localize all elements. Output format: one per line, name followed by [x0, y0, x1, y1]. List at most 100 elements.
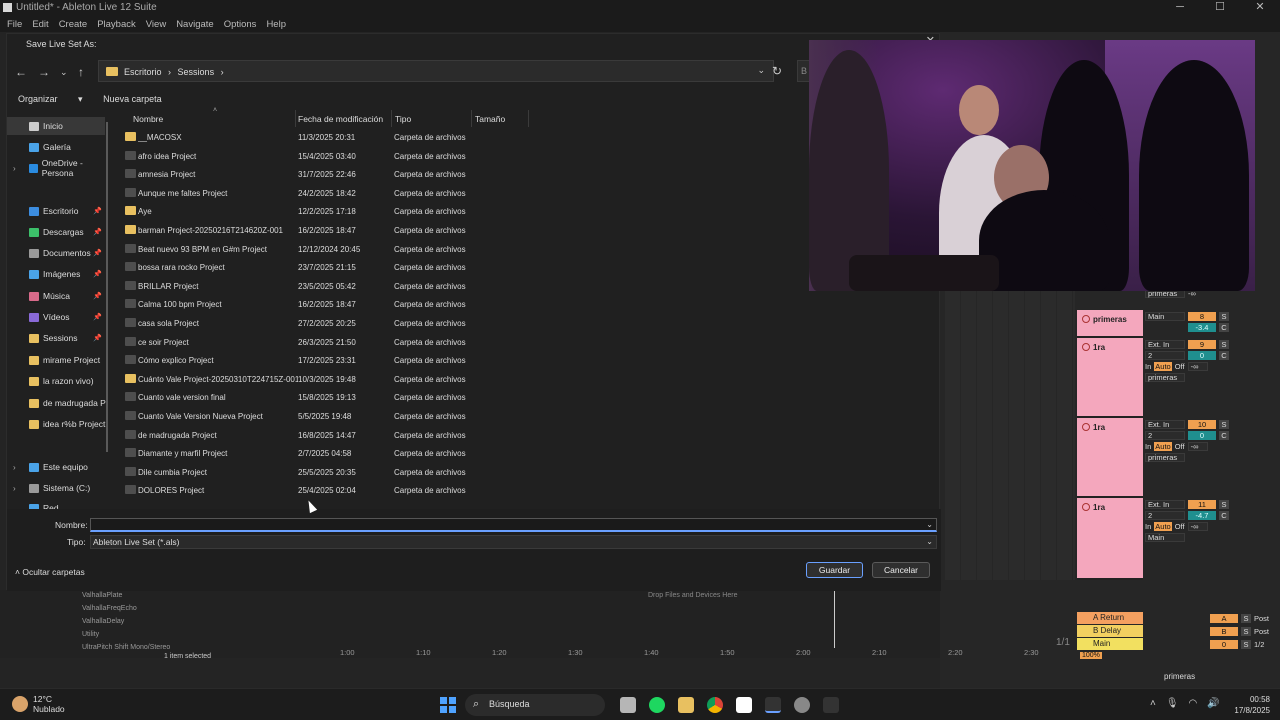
close-icon[interactable]: ✕ [1240, 0, 1280, 16]
wifi-icon[interactable]: ◠ [1189, 698, 1198, 709]
windows-start-icon[interactable] [440, 697, 456, 713]
nav-item-13[interactable]: de madrugada P [29, 394, 106, 412]
monitor-auto[interactable]: Auto [1154, 442, 1172, 451]
arrangement-grid[interactable] [945, 290, 1075, 580]
pan-value[interactable]: -3.4 [1188, 323, 1216, 332]
browser-item[interactable]: Utility [82, 631, 99, 638]
send-mode[interactable]: Post [1254, 627, 1269, 636]
nav-item-2[interactable]: Galería [29, 138, 71, 156]
record-arm-icon[interactable] [1082, 343, 1090, 351]
monitor-auto[interactable]: Auto [1154, 522, 1172, 531]
chevron-right-icon[interactable]: › [13, 463, 16, 472]
breadcrumb-sessions[interactable]: Sessions [178, 67, 215, 77]
column-type[interactable]: Tipo [395, 114, 411, 124]
column-date[interactable]: Fecha de modificación [298, 114, 383, 124]
return-track[interactable]: A Return [1077, 612, 1143, 624]
monitor-off[interactable]: Off [1175, 522, 1185, 531]
solo-button[interactable]: S [1219, 312, 1229, 321]
nav-item-1[interactable]: Inicio [7, 117, 105, 135]
file-row[interactable]: bossa rara rocko Project 23/7/2025 21:15 C… [119, 258, 529, 276]
route-select[interactable]: Ext. In [1145, 420, 1185, 429]
track-header[interactable]: primeras [1077, 310, 1143, 338]
nav-item-3[interactable]: › OneDrive - Persona [13, 158, 107, 178]
recent-chevron-icon[interactable]: ⌄ [60, 67, 68, 78]
microphone-icon[interactable]: 🎙 [1166, 698, 1179, 709]
browser-item[interactable]: ValhallaFreqEcho [82, 605, 137, 612]
zoom-value[interactable]: 100% [1080, 652, 1102, 659]
pan-value[interactable]: 0 [1188, 351, 1216, 360]
task-view-icon[interactable] [620, 697, 636, 713]
browser-item[interactable]: ValhallaPlate [82, 592, 122, 599]
route-select[interactable]: Main [1145, 312, 1185, 321]
nav-item-12[interactable]: la razon vivo) [29, 372, 94, 390]
file-row[interactable]: afro idea Project 15/4/2025 03:40 Carpeta … [119, 147, 529, 165]
maximize-icon[interactable]: ☐ [1200, 0, 1240, 16]
file-row[interactable]: Diamante y marfil Project 2/7/2025 04:58 C… [119, 444, 529, 462]
solo-button[interactable]: S [1219, 340, 1229, 349]
return-track[interactable]: Main [1077, 638, 1143, 650]
file-row[interactable]: barman Project-20250216T214620Z-001 16/2/… [119, 221, 529, 239]
file-row[interactable]: BRILLAR Project 23/5/2025 05:42 Carpeta de… [119, 277, 529, 295]
clock[interactable]: 00:58 17/8/2025 [1234, 694, 1270, 716]
file-row[interactable]: ce soir Project 26/3/2025 21:50 Carpeta de… [119, 333, 529, 351]
center-button[interactable]: C [1219, 323, 1229, 332]
browser-item[interactable]: UltraPitch Shift Mono/Stereo [82, 644, 170, 651]
nav-item-11[interactable]: mirame Project [29, 351, 100, 369]
volume-value[interactable]: 10 [1188, 420, 1216, 429]
up-arrow-icon[interactable]: ↑ [78, 65, 84, 79]
center-button[interactable]: C [1219, 351, 1229, 360]
channel-select[interactable]: 2 [1145, 511, 1185, 520]
solo-button[interactable]: S [1241, 614, 1251, 623]
chevron-right-icon[interactable]: › [13, 484, 16, 493]
volume-value[interactable]: 9 [1188, 340, 1216, 349]
nav-item-10[interactable]: Sessions 📌 [29, 329, 102, 347]
file-row[interactable]: Aye 12/2/2025 17:18 Carpeta de archivos [119, 202, 529, 220]
nav-item-14[interactable]: idea r%b Project [29, 415, 105, 433]
nav-item-9[interactable]: Vídeos 📌 [29, 308, 102, 326]
taskbar-search[interactable]: ⌕ Búsqueda [465, 694, 605, 716]
center-button[interactable]: C [1219, 511, 1229, 520]
file-explorer-icon[interactable] [678, 697, 694, 713]
send-mode[interactable]: Post [1254, 614, 1269, 623]
nav-item-15[interactable]: › Este equipo [13, 458, 88, 476]
save-button[interactable]: Guardar [806, 562, 863, 578]
new-folder-button[interactable]: Nueva carpeta [103, 94, 162, 104]
channel-select[interactable]: 2 [1145, 351, 1185, 360]
monitor-auto[interactable]: Auto [1154, 362, 1172, 371]
monitor-off[interactable]: Off [1175, 362, 1185, 371]
chevron-right-icon[interactable]: › [13, 164, 16, 173]
filename-input[interactable]: ⌄ [90, 518, 937, 532]
output-select[interactable]: primeras [1145, 373, 1185, 382]
hide-folders-toggle[interactable]: ˄ Ocultar carpetas [15, 567, 85, 577]
file-row[interactable]: Cuanto vale version final 15/8/2025 19:13… [119, 388, 529, 406]
track-header[interactable]: 1ra [1077, 338, 1143, 418]
spotify-icon[interactable] [649, 697, 665, 713]
file-row[interactable]: Beat nuevo 93 BPM en G#m Project 12/12/20… [119, 240, 529, 258]
record-arm-icon[interactable] [1082, 423, 1090, 431]
file-row[interactable]: Dile cumbia Project 25/5/2025 20:35 Carpet… [119, 463, 529, 481]
column-name[interactable]: Nombre [133, 114, 163, 124]
menu-view[interactable]: View [142, 16, 170, 32]
back-arrow-icon[interactable]: ← [15, 65, 27, 79]
forward-arrow-icon[interactable]: → [38, 65, 50, 79]
track-header[interactable]: 1ra [1077, 418, 1143, 498]
solo-button[interactable]: S [1241, 640, 1251, 649]
capcut-icon[interactable] [736, 697, 752, 713]
menu-help[interactable]: Help [262, 16, 290, 32]
filename-dropdown-icon[interactable]: ⌄ [926, 520, 933, 529]
monitor-off[interactable]: Off [1175, 442, 1185, 451]
file-row[interactable]: Aunque me faltes Project 24/2/2025 18:42 C… [119, 184, 529, 202]
file-row[interactable]: casa sola Project 27/2/2025 20:25 Carpeta … [119, 314, 529, 332]
file-row[interactable]: DOLORES Project 25/4/2025 02:04 Carpeta de… [119, 481, 529, 499]
monitor-in[interactable]: In [1145, 442, 1151, 451]
solo-button[interactable]: S [1241, 627, 1251, 636]
nav-item-4[interactable]: Escritorio 📌 [29, 202, 102, 220]
volume-value[interactable]: 11 [1188, 500, 1216, 509]
file-row[interactable]: amnesia Project 31/7/2025 22:46 Carpeta de… [119, 165, 529, 183]
column-size[interactable]: Tamaño [475, 114, 505, 124]
timeline-ruler[interactable]: 1:00 1:10 1:20 1:30 1:40 1:50 2:00 2:10 2:20 2:30 [310, 648, 1070, 660]
file-row[interactable]: Cuánto Vale Project-20250310T224715Z-001… [119, 370, 529, 388]
nav-item-5[interactable]: Descargas 📌 [29, 223, 102, 241]
menu-playback[interactable]: Playback [93, 16, 140, 32]
record-arm-icon[interactable] [1082, 503, 1090, 511]
